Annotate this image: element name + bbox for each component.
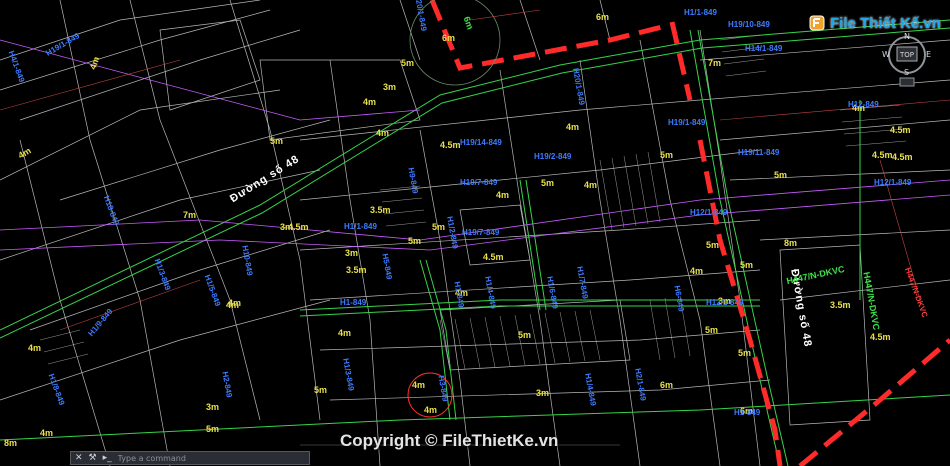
dimension-label: 4m [226, 300, 240, 310]
dimension-label: 4.5m [483, 252, 504, 262]
dimension-label: 3.5m [830, 300, 851, 310]
dimension-label: 5m [432, 222, 446, 232]
copyright-watermark: Copyright © FileThietKe.vn [340, 431, 559, 450]
dimension-label: 5m [705, 325, 719, 335]
lot-label: H12/1-849 [706, 298, 744, 307]
dimension-label: 3m [536, 388, 550, 398]
project-boundary [429, 0, 950, 466]
dimension-label: 8m [784, 238, 798, 248]
wrench-icon[interactable]: ⚒ [89, 453, 97, 463]
dimension-label: 7m [708, 58, 722, 68]
dimension-label: 4m [566, 122, 580, 132]
dimension-label: 4m [338, 328, 352, 338]
dimension-label: 4m [412, 380, 426, 390]
dimension-label: 5m [206, 424, 220, 434]
lot-label: H19/10-849 [728, 20, 770, 29]
lot-label: H19/7-849 [462, 228, 500, 237]
dimension-label: 4m [496, 190, 510, 200]
dimension-label: 6m [442, 33, 456, 43]
logo-text: File Thiết Kế.vn [830, 14, 941, 32]
lot-label: H1-849 [340, 298, 367, 307]
dimension-label: 4m [28, 343, 42, 353]
lot-label: H19/1-849 [668, 118, 706, 127]
lot-label: H19/7-849 [460, 178, 498, 187]
thin-red-lines [0, 9, 950, 331]
dimension-label: 5m [270, 136, 284, 146]
dimension-label: 6m [596, 12, 610, 22]
dimension-label: 4.5m [890, 125, 911, 135]
dimension-label: 3m [345, 248, 359, 258]
dimension-label: 4.5m [892, 152, 913, 162]
lot-label: H1/1-849 [684, 8, 717, 17]
command-input[interactable] [117, 453, 238, 463]
lot-label: H1/1-849 [344, 222, 377, 231]
dimension-label: 4m [424, 405, 438, 415]
dimension-label: 5m [706, 240, 720, 250]
dimension-label: 5m [740, 260, 754, 270]
dimension-label: 5m [541, 178, 555, 188]
dimension-label: 6m [660, 380, 674, 390]
dimension-label: 4m [363, 97, 377, 107]
dimension-label: 5m [518, 330, 532, 340]
close-icon[interactable]: ✕ [75, 453, 83, 463]
dimension-label: 4.5m [870, 332, 891, 342]
dimension-label: 5m [660, 150, 674, 160]
dimension-label: 5m [401, 58, 415, 68]
dimension-label: 4m [690, 266, 704, 276]
command-prompt-icon: ▸_ [102, 453, 112, 463]
dimension-label: 3m [280, 222, 294, 232]
dimension-label: 3.5m [370, 205, 391, 215]
lot-label: H14/1-849 [745, 44, 783, 53]
dimension-label: 4m [40, 428, 54, 438]
lot-label: H12/1-849 [690, 208, 728, 217]
dimension-label: 3m [206, 402, 220, 412]
road-lines [0, 19, 950, 466]
dimension-label: 5m [314, 385, 328, 395]
logo-icon [809, 15, 825, 31]
dimension-label: 5m [738, 348, 752, 358]
viewcube[interactable]: N W E S TOP [882, 30, 932, 90]
viewcube-east[interactable]: E [926, 50, 931, 59]
command-line[interactable]: ✕ ⚒ ▸_ [70, 451, 310, 465]
lot-label: H19/2-849 [534, 152, 572, 161]
lot-label: H1-849 [734, 408, 761, 417]
dimension-label: 5m [408, 236, 422, 246]
viewcube-top-face[interactable]: TOP [900, 51, 914, 59]
lot-label: H19/11-849 [738, 148, 780, 157]
dimension-label: 3m [383, 82, 397, 92]
lot-label: H12-849 [848, 100, 879, 109]
lot-label: H19/14-849 [460, 138, 502, 147]
lot-label: H12/1-849 [874, 178, 912, 187]
dimension-label: 4.5m [440, 140, 461, 150]
dimension-label: 8m [4, 438, 18, 448]
dimension-label: 4.5m [872, 150, 893, 160]
dimension-label: 5m [774, 170, 788, 180]
viewcube-west[interactable]: W [882, 50, 890, 59]
viewcube-north[interactable]: N [904, 32, 910, 41]
dimension-label: 7m [183, 210, 197, 220]
dimension-label: 4m [376, 128, 390, 138]
dimension-label: 4m [584, 180, 598, 190]
dimension-label: 3.5m [346, 265, 367, 275]
viewcube-south[interactable]: S [904, 68, 909, 77]
